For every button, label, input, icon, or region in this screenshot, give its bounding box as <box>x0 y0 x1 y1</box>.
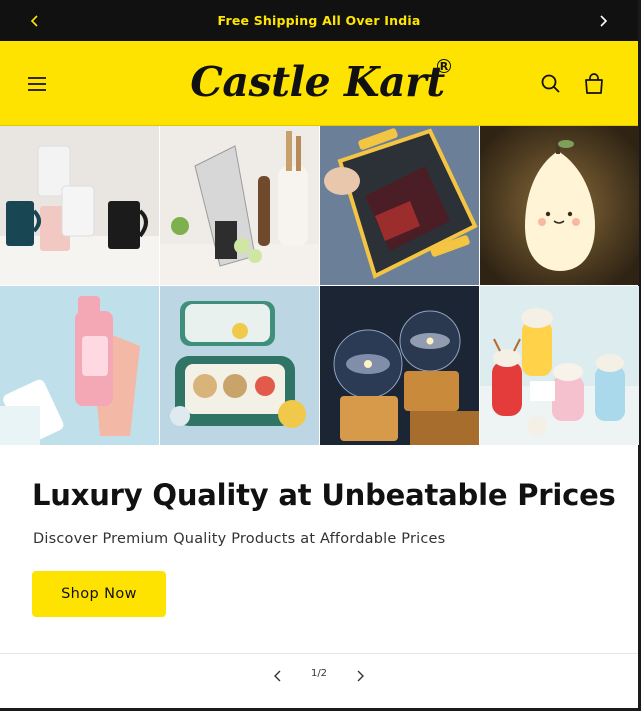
shopping-bag-icon <box>585 73 603 94</box>
product-image-green-lunchbox <box>160 286 319 445</box>
product-image-dark-lunchbox <box>320 126 479 285</box>
product-image-mugs <box>0 126 159 285</box>
hamburger-menu-icon <box>28 77 46 91</box>
hero-image-grid[interactable] <box>0 126 639 445</box>
product-image-pink-bottle <box>0 286 159 445</box>
hero-subtitle: Discover Premium Quality Products at Aff… <box>33 531 446 547</box>
product-image-galaxy-ball <box>320 286 479 445</box>
slide-counter: 1/2 <box>310 668 328 679</box>
hero-title: Luxury Quality at Unbeatable Prices <box>32 478 616 512</box>
search-button[interactable] <box>538 71 564 97</box>
slide-next-button[interactable] <box>348 664 372 688</box>
cart-button[interactable] <box>580 70 608 98</box>
site-logo[interactable]: Castle Kart R <box>180 51 455 113</box>
chevron-left-icon <box>274 670 281 682</box>
shop-now-button[interactable]: Shop Now <box>32 571 166 617</box>
announcement-text: Free Shipping All Over India <box>217 13 421 28</box>
announcement-prev-button[interactable] <box>20 0 50 41</box>
product-image-reindeer-bottles <box>480 286 639 445</box>
search-icon <box>541 74 560 93</box>
site-header: Castle Kart R <box>0 41 638 126</box>
slide-prev-button[interactable] <box>266 664 290 688</box>
product-image-pear-lamp <box>480 126 639 285</box>
chevron-right-icon <box>357 670 364 682</box>
product-image-slicer <box>160 126 319 285</box>
announcement-bar: Free Shipping All Over India <box>0 0 638 41</box>
registered-mark: R <box>437 59 451 73</box>
menu-button[interactable] <box>22 71 52 97</box>
logo-text: Castle Kart <box>190 58 445 106</box>
slider-divider <box>0 653 638 654</box>
chevron-right-icon <box>600 14 608 27</box>
announcement-next-button[interactable] <box>588 0 618 41</box>
chevron-left-icon <box>30 14 38 27</box>
